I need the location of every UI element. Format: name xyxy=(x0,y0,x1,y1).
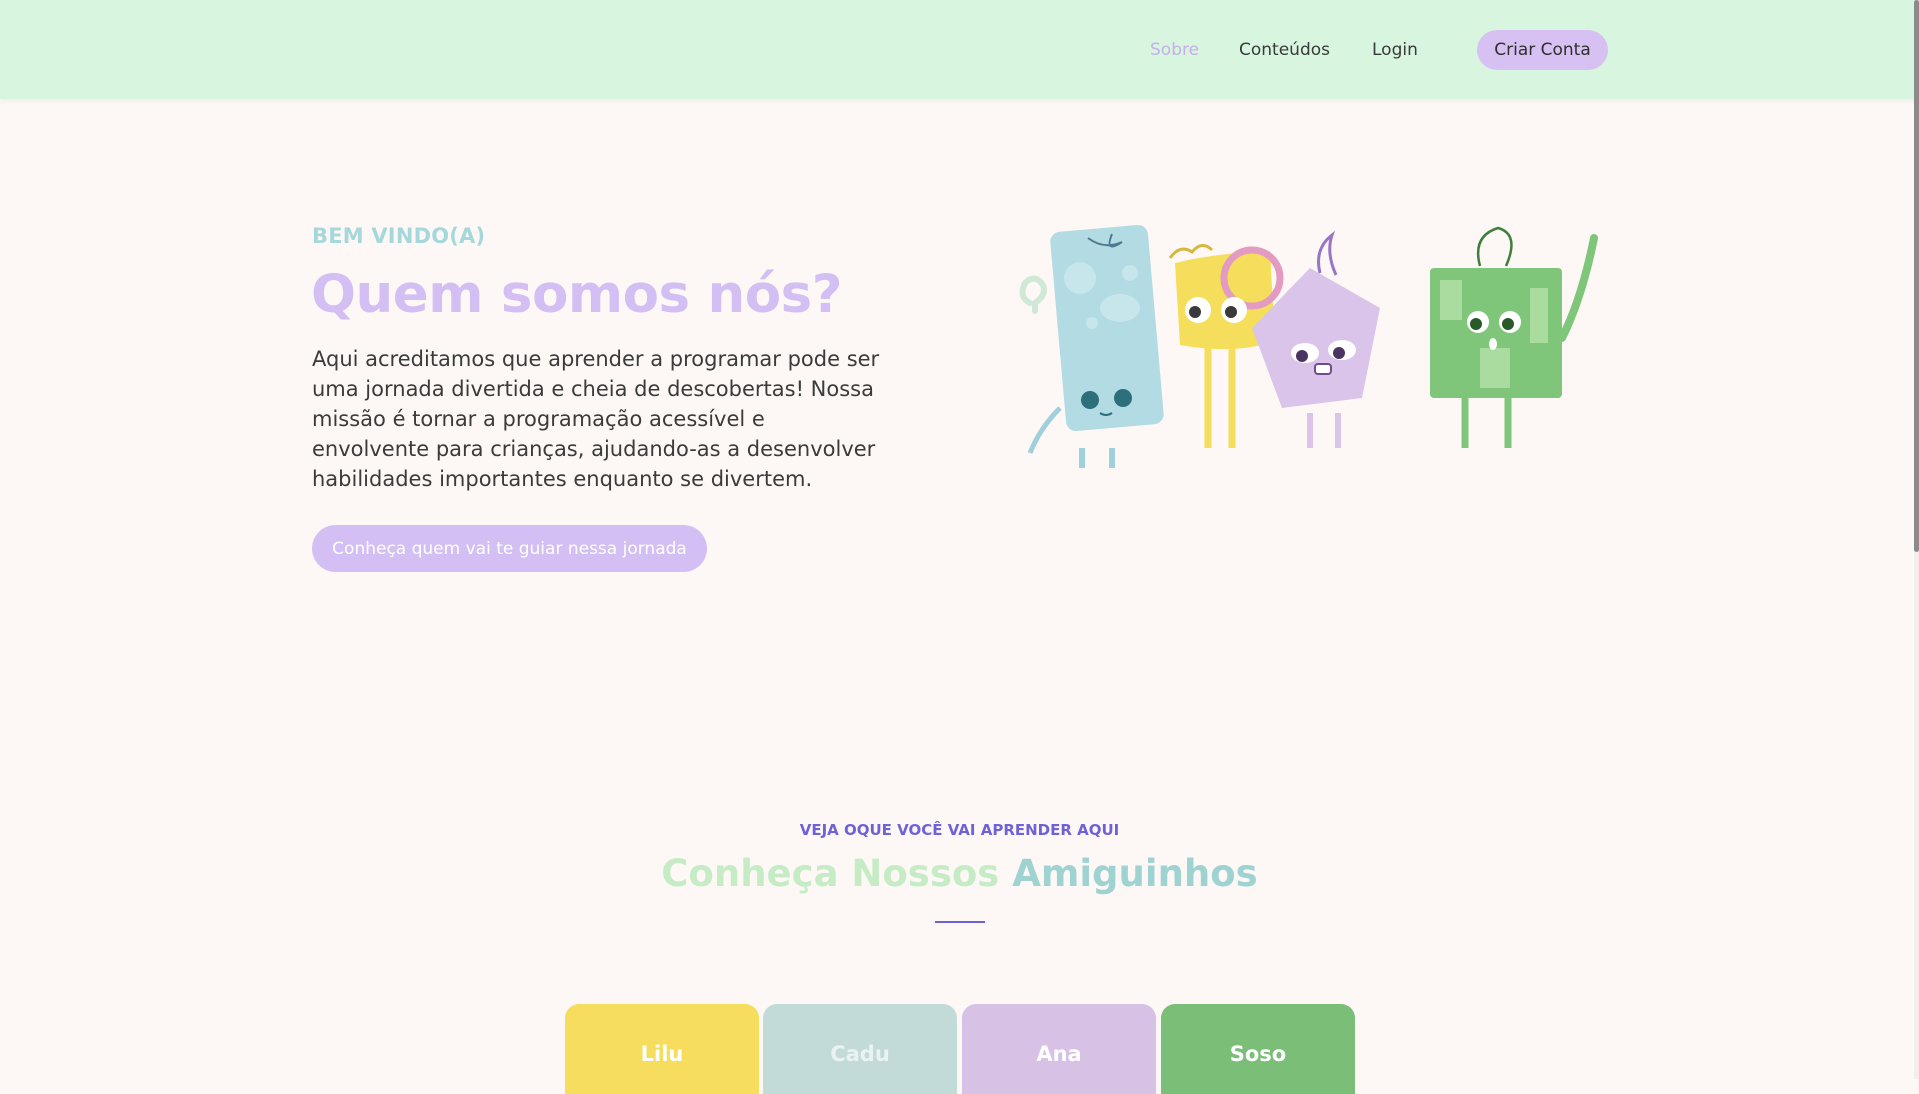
green-mascot-illustration xyxy=(1430,226,1598,448)
nav-item-conteudos[interactable]: Conteúdos xyxy=(1239,0,1330,99)
section-divider xyxy=(935,921,985,923)
mascots-illustration xyxy=(1019,224,1598,468)
character-name: Soso xyxy=(1229,1042,1287,1066)
hero-eyebrow: BEM VINDO(A) xyxy=(312,224,486,248)
nav-item-sobre[interactable]: Sobre xyxy=(1150,0,1199,99)
character-card-cadu[interactable]: Cadu xyxy=(763,1004,957,1094)
section-title: Conheça Nossos Amiguinhos xyxy=(0,852,1919,895)
character-card-lilu[interactable]: Lilu xyxy=(565,1004,759,1094)
section-eyebrow: VEJA OQUE VOCÊ VAI APRENDER AQUI xyxy=(799,821,1120,839)
character-name: Cadu xyxy=(830,1042,890,1066)
purple-mascot-illustration xyxy=(1252,230,1380,448)
nav-link-login[interactable]: Login xyxy=(1372,40,1418,60)
section-title-part1: Conheça Nossos xyxy=(661,852,1000,895)
nav-link-conteudos[interactable]: Conteúdos xyxy=(1239,40,1330,60)
section-title-part2: Amiguinhos xyxy=(1012,852,1258,895)
nav-item-login[interactable]: Login xyxy=(1372,0,1418,99)
character-name: Ana xyxy=(1036,1042,1082,1066)
nav-link-sobre[interactable]: Sobre xyxy=(1150,40,1199,60)
hero-description: Aqui acreditamos que aprender a programa… xyxy=(312,347,880,491)
create-account-button[interactable]: Criar Conta xyxy=(1477,30,1608,70)
page-scrollbar-thumb[interactable] xyxy=(1914,0,1919,552)
blue-mascot-illustration xyxy=(1019,224,1164,468)
meet-guides-button[interactable]: Conheça quem vai te guiar nessa jornada xyxy=(312,525,707,572)
character-card-soso[interactable]: Soso xyxy=(1161,1004,1355,1094)
character-name: Lilu xyxy=(640,1042,684,1066)
top-navbar xyxy=(0,0,1919,99)
character-card-ana[interactable]: Ana xyxy=(962,1004,1156,1094)
hero-title: Quem somos nós? xyxy=(311,264,842,325)
